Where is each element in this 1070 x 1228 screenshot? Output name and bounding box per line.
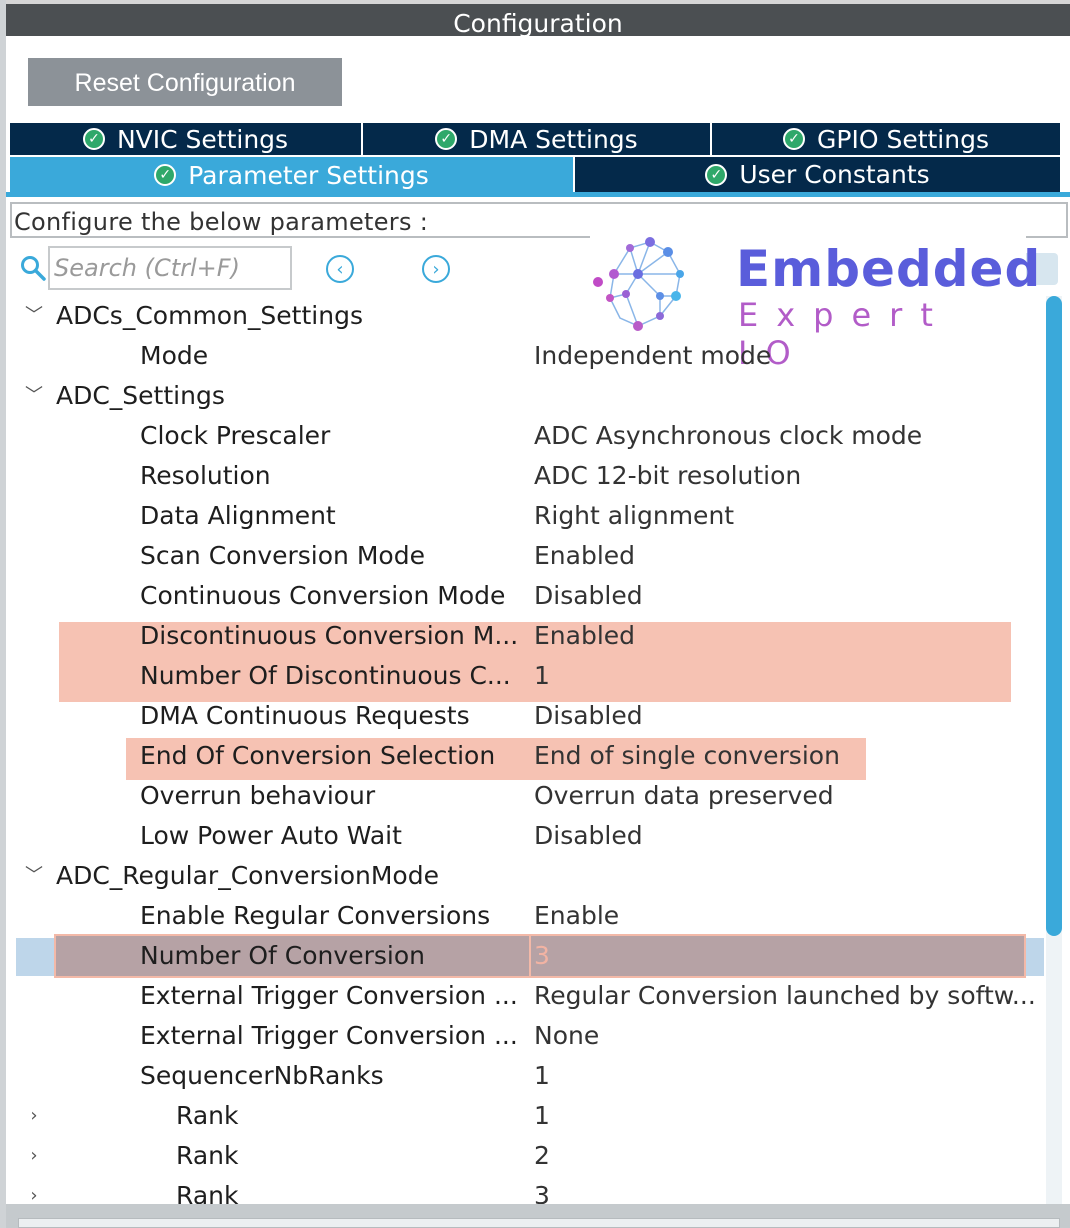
param-name: Continuous Conversion Mode bbox=[140, 581, 506, 610]
table-row[interactable]: SequencerNbRanks 1 bbox=[16, 1056, 1044, 1096]
param-name: Data Alignment bbox=[140, 501, 336, 530]
param-name: End Of Conversion Selection bbox=[140, 741, 496, 770]
parameters-description: Configure the below parameters : bbox=[10, 202, 1068, 238]
param-name: Resolution bbox=[140, 461, 271, 490]
tree-group[interactable]: ﹀ ADCs_Common_Settings bbox=[16, 296, 1044, 336]
table-row[interactable]: Resolution ADC 12-bit resolution bbox=[16, 456, 1044, 496]
param-value[interactable]: Disabled bbox=[534, 816, 643, 856]
tab-label: DMA Settings bbox=[469, 124, 638, 154]
tab-nvic-settings[interactable]: ✓ NVIC Settings bbox=[10, 123, 361, 155]
param-name: Rank bbox=[176, 1101, 239, 1130]
horizontal-scrollbar-track[interactable] bbox=[18, 1218, 1060, 1228]
chevron-down-icon[interactable]: ﹀ bbox=[22, 376, 46, 416]
tab-label: GPIO Settings bbox=[817, 124, 989, 154]
check-icon: ✓ bbox=[705, 163, 728, 186]
param-value[interactable]: Overrun data preserved bbox=[534, 776, 834, 816]
tab-parameter-settings[interactable]: ✓ Parameter Settings bbox=[10, 157, 573, 193]
tab-user-constants[interactable]: ✓ User Constants bbox=[575, 157, 1060, 192]
param-value[interactable]: None bbox=[534, 1016, 599, 1056]
param-value[interactable]: Enable bbox=[534, 896, 619, 936]
param-value[interactable]: ADC Asynchronous clock mode bbox=[534, 416, 922, 456]
param-value[interactable]: 1 bbox=[534, 1056, 550, 1096]
table-row[interactable]: External Trigger Conversion ... None bbox=[16, 1016, 1044, 1056]
table-row-selected[interactable]: Number Of Conversion 3 bbox=[16, 936, 1044, 976]
group-label: ADCs_Common_Settings bbox=[56, 301, 363, 330]
tree-group[interactable]: ﹀ ADC_Settings bbox=[16, 376, 1044, 416]
param-value[interactable]: Disabled bbox=[534, 576, 643, 616]
tree-subgroup[interactable]: › Rank 3 bbox=[16, 1176, 1044, 1204]
table-row[interactable]: Data Alignment Right alignment bbox=[16, 496, 1044, 536]
check-icon: ✓ bbox=[435, 128, 458, 150]
tab-dma-settings[interactable]: ✓ DMA Settings bbox=[363, 123, 710, 155]
table-row[interactable]: Number Of Discontinuous C... 1 bbox=[16, 656, 1044, 696]
tab-strip-underline bbox=[6, 192, 1070, 197]
param-name: Clock Prescaler bbox=[140, 421, 331, 450]
table-row[interactable]: Scan Conversion Mode Enabled bbox=[16, 536, 1044, 576]
param-value[interactable]: Disabled bbox=[534, 696, 643, 736]
table-row[interactable]: Overrun behaviour Overrun data preserved bbox=[16, 776, 1044, 816]
previous-result-icon[interactable]: ‹ bbox=[326, 255, 354, 283]
chevron-right-icon[interactable]: › bbox=[22, 1096, 46, 1136]
table-row[interactable]: Low Power Auto Wait Disabled bbox=[16, 816, 1044, 856]
check-icon: ✓ bbox=[783, 128, 805, 150]
param-value[interactable]: Independent mode bbox=[534, 336, 771, 376]
table-row[interactable]: Enable Regular Conversions Enable bbox=[16, 896, 1044, 936]
param-value[interactable]: 2 bbox=[534, 1136, 550, 1176]
group-label: ADC_Settings bbox=[56, 381, 225, 410]
param-name: Discontinuous Conversion M... bbox=[140, 621, 519, 650]
tab-label: User Constants bbox=[739, 160, 930, 189]
check-icon: ✓ bbox=[82, 128, 105, 150]
param-name: Number Of Conversion bbox=[140, 941, 425, 970]
param-name: Rank bbox=[176, 1181, 239, 1204]
param-value[interactable]: 3 bbox=[534, 936, 550, 976]
tree-subgroup[interactable]: › Rank 2 bbox=[16, 1136, 1044, 1176]
param-name: External Trigger Conversion ... bbox=[140, 1021, 518, 1050]
table-row[interactable]: External Trigger Conversion ... Regular … bbox=[16, 976, 1044, 1016]
table-row[interactable]: Continuous Conversion Mode Disabled bbox=[16, 576, 1044, 616]
param-value[interactable]: End of single conversion bbox=[534, 736, 840, 776]
param-name: Overrun behaviour bbox=[140, 781, 376, 810]
param-value[interactable]: 1 bbox=[534, 656, 550, 696]
param-name: Low Power Auto Wait bbox=[140, 821, 402, 850]
table-row[interactable]: Discontinuous Conversion M... Enabled bbox=[16, 616, 1044, 656]
table-row[interactable]: Mode Independent mode bbox=[16, 336, 1044, 376]
window-title: Configuration bbox=[6, 0, 1070, 38]
param-name: Rank bbox=[176, 1141, 239, 1170]
vertical-scrollbar-thumb[interactable] bbox=[1046, 296, 1062, 936]
check-icon: ✓ bbox=[154, 164, 177, 186]
param-value[interactable]: Enabled bbox=[534, 616, 635, 656]
chevron-right-icon[interactable]: › bbox=[22, 1136, 46, 1176]
param-value[interactable]: Right alignment bbox=[534, 496, 734, 536]
next-result-icon[interactable]: › bbox=[422, 255, 450, 283]
reset-configuration-button[interactable]: Reset Configuration bbox=[28, 58, 342, 106]
param-name: Scan Conversion Mode bbox=[140, 541, 425, 570]
param-value[interactable]: Regular Conversion launched by softw... bbox=[534, 976, 1036, 1016]
param-name: Enable Regular Conversions bbox=[140, 901, 491, 930]
table-row[interactable]: Clock Prescaler ADC Asynchronous clock m… bbox=[16, 416, 1044, 456]
tab-label: Parameter Settings bbox=[188, 160, 429, 190]
chevron-down-icon[interactable]: ﹀ bbox=[22, 296, 46, 336]
param-name: External Trigger Conversion ... bbox=[140, 981, 518, 1010]
table-row[interactable]: DMA Continuous Requests Disabled bbox=[16, 696, 1044, 736]
param-value[interactable]: 1 bbox=[534, 1096, 550, 1136]
table-row[interactable]: End Of Conversion Selection End of singl… bbox=[16, 736, 1044, 776]
param-value[interactable]: ADC 12-bit resolution bbox=[534, 456, 801, 496]
search-icon[interactable] bbox=[20, 255, 46, 281]
group-label: ADC_Regular_ConversionMode bbox=[56, 861, 439, 890]
param-name: SequencerNbRanks bbox=[140, 1061, 384, 1090]
chevron-down-icon[interactable]: ﹀ bbox=[22, 856, 46, 896]
param-name: Number Of Discontinuous C... bbox=[140, 661, 511, 690]
tree-subgroup[interactable]: › Rank 1 bbox=[16, 1096, 1044, 1136]
param-name: Mode bbox=[140, 341, 209, 370]
tab-gpio-settings[interactable]: ✓ GPIO Settings bbox=[712, 123, 1060, 155]
param-value[interactable]: Enabled bbox=[534, 536, 635, 576]
tab-label: NVIC Settings bbox=[116, 124, 289, 154]
param-name: DMA Continuous Requests bbox=[140, 701, 470, 730]
search-input[interactable] bbox=[48, 246, 292, 290]
chevron-right-icon[interactable]: › bbox=[22, 1176, 46, 1204]
tree-group[interactable]: ﹀ ADC_Regular_ConversionMode bbox=[16, 856, 1044, 896]
logo-title: Embedded bbox=[736, 240, 1042, 298]
param-value[interactable]: 3 bbox=[534, 1176, 550, 1204]
